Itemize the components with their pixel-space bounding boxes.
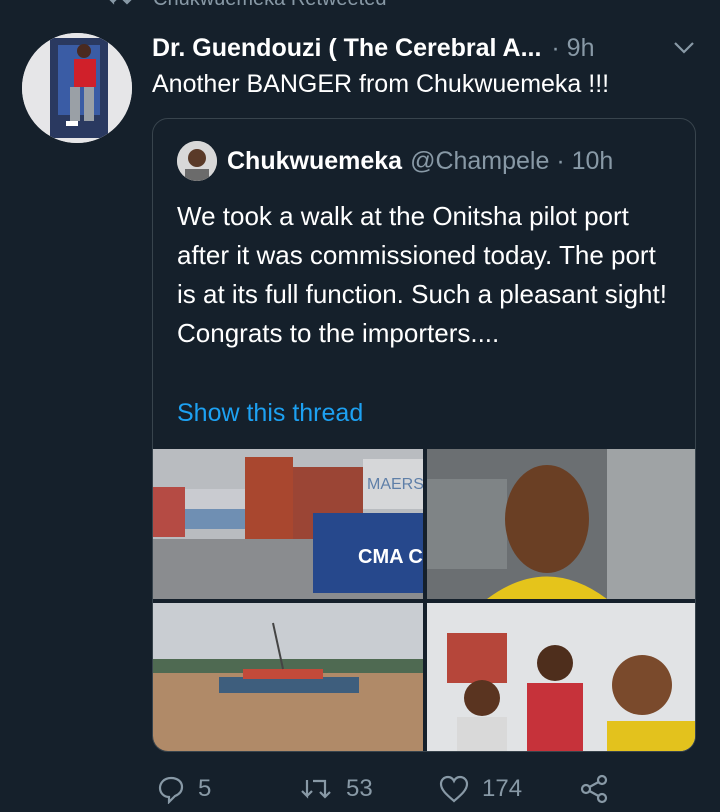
chevron-down-icon[interactable] — [672, 36, 696, 65]
like-button[interactable]: 174 — [438, 774, 522, 804]
reply-button[interactable]: 5 — [156, 774, 211, 804]
author-avatar[interactable] — [22, 33, 132, 143]
share-icon — [580, 774, 608, 804]
tweet-actions: 5 53 174 — [152, 772, 700, 812]
retweet-icon — [301, 779, 331, 799]
photo-maersk-label: MAERSK — [367, 476, 423, 493]
share-button[interactable] — [580, 774, 622, 804]
show-thread-link[interactable]: Show this thread — [177, 399, 363, 428]
retweet-icon — [108, 0, 134, 14]
author-name[interactable]: Dr. Guendouzi ( The Cerebral A... — [152, 34, 541, 63]
retweet-context: Chukwuemeka Retweeted — [0, 0, 720, 14]
photo-selfie-port[interactable] — [427, 449, 695, 599]
tweet-timestamp[interactable]: · 9h — [551, 34, 594, 63]
quoted-tweet-text: We took a walk at the Onitsha pilot port… — [177, 201, 667, 348]
photo-grid: MAERSK CMA C — [153, 449, 695, 751]
retweet-count: 53 — [346, 775, 373, 802]
reply-icon — [158, 776, 184, 804]
retweet-button[interactable]: 53 — [300, 774, 373, 804]
quoted-tweet-header: Chukwuemeka @Champele · 10h — [177, 141, 613, 181]
photo-cma-label: CMA C — [358, 546, 423, 568]
heart-icon — [439, 775, 469, 803]
like-count: 174 — [482, 775, 523, 802]
tweet-text: Another BANGER from Chukwuemeka !!! — [152, 70, 610, 98]
retweet-label[interactable]: Chukwuemeka Retweeted — [153, 0, 386, 11]
tweet-header: Dr. Guendouzi ( The Cerebral A... · 9h — [152, 30, 700, 66]
photo-river-barge[interactable] — [153, 603, 423, 751]
photo-group-selfie[interactable] — [427, 603, 695, 751]
reply-count: 5 — [198, 775, 212, 802]
quoted-author-handle: @Champele · 10h — [410, 146, 614, 175]
quoted-tweet[interactable]: Chukwuemeka @Champele · 10h We took a wa… — [152, 118, 696, 752]
quoted-author-name: Chukwuemeka — [227, 146, 403, 175]
quoted-author-avatar — [177, 141, 217, 181]
photo-containers[interactable]: MAERSK CMA C — [153, 449, 423, 599]
